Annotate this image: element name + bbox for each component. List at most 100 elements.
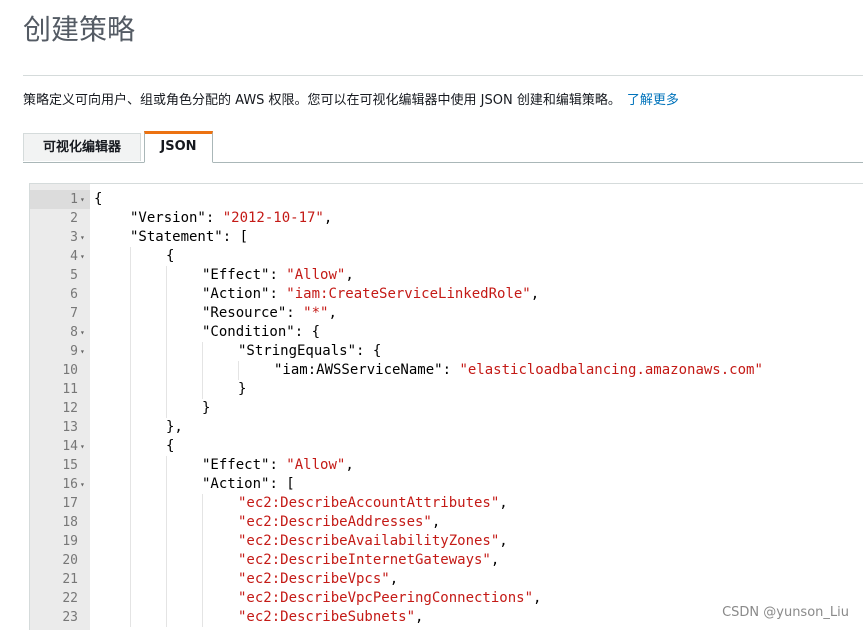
- string-token: "ec2:DescribeVpcPeeringConnections": [238, 590, 534, 606]
- code-line[interactable]: 20 "ec2:DescribeInternetGateways",: [30, 551, 863, 570]
- indent-guide: [166, 475, 167, 494]
- tab-json[interactable]: JSON: [144, 131, 213, 163]
- fold-arrow-icon[interactable]: ▾: [80, 475, 88, 494]
- code-text: "ec2:DescribeAvailabilityZones",: [238, 532, 508, 551]
- string-token: "ec2:DescribeInternetGateways": [238, 552, 491, 568]
- line-number: 5: [70, 268, 78, 283]
- indent-guide: [166, 380, 167, 399]
- line-number: 14: [62, 439, 78, 454]
- fold-arrow-icon[interactable]: ▾: [80, 190, 88, 209]
- line-number: 13: [62, 420, 78, 435]
- fold-arrow-icon[interactable]: ▾: [80, 247, 88, 266]
- code-line[interactable]: 12}: [30, 399, 863, 418]
- key-token: "Effect": [202, 267, 270, 283]
- punctuation-token: :: [442, 362, 460, 378]
- punctuation-token: ,: [345, 267, 354, 283]
- indent-guide: [130, 323, 131, 342]
- code-line[interactable]: 16 ▾ "Action": [: [30, 475, 863, 494]
- punctuation-token: ,: [490, 552, 500, 568]
- line-number: 8: [70, 325, 78, 340]
- indent-guide: [166, 304, 167, 323]
- fold-arrow-icon[interactable]: ▾: [80, 342, 88, 361]
- punctuation-token: ,: [389, 571, 399, 587]
- code-line[interactable]: 17 "ec2:DescribeAccountAttributes",: [30, 494, 863, 513]
- line-number: 22: [62, 591, 78, 606]
- punctuation-token: ,: [499, 495, 508, 511]
- indent-guide: [202, 361, 203, 380]
- code-line[interactable]: 2 "Version": "2012-10-17",: [30, 209, 863, 228]
- line-number: 9: [70, 344, 78, 359]
- punctuation-token: ,: [345, 457, 354, 473]
- code-line[interactable]: 19 "ec2:DescribeAvailabilityZones",: [30, 532, 863, 551]
- key-token: "iam:AWSServiceName": [274, 362, 443, 378]
- string-token: "ec2:DescribeAddresses": [238, 514, 432, 530]
- code-line[interactable]: 5 "Effect": "Allow",: [30, 266, 863, 285]
- indent-guide: [166, 342, 167, 361]
- code-line[interactable]: 1 ▾ {: [30, 190, 863, 209]
- string-token: "iam:CreateServiceLinkedRole": [286, 286, 531, 302]
- fold-arrow-icon[interactable]: ▾: [80, 228, 88, 247]
- indent-guide: [130, 608, 131, 627]
- key-token: "Version": [130, 210, 206, 226]
- fold-arrow-icon[interactable]: ▾: [80, 437, 88, 456]
- json-editor[interactable]: 1 ▾{2 "Version": "2012-10-17", 3 ▾ "Statement…: [29, 183, 863, 630]
- string-token: "ec2:DescribeVpcs": [238, 571, 390, 587]
- code-line[interactable]: 4 ▾ {: [30, 247, 863, 266]
- indent-guide: [130, 513, 131, 532]
- code-line[interactable]: 21 "ec2:DescribeVpcs",: [30, 570, 863, 589]
- indent-guide: [166, 361, 167, 380]
- punctuation-token: :: [205, 210, 223, 226]
- editor-tabs: 可视化编辑器 JSON: [23, 131, 863, 163]
- learn-more-link[interactable]: 了解更多: [627, 93, 679, 108]
- code-line[interactable]: 10 "iam:AWSServiceName": "elasticloadbala…: [30, 361, 863, 380]
- code-text: "Statement": [: [130, 228, 248, 247]
- code-line[interactable]: 11}: [30, 380, 863, 399]
- indent-guide: [130, 570, 131, 589]
- code-text: "iam:AWSServiceName": "elasticloadbalanc…: [274, 361, 763, 380]
- punctuation-token: {: [166, 248, 175, 264]
- indent-guide: [202, 494, 203, 513]
- code-line[interactable]: 15 "Effect": "Allow",: [30, 456, 863, 475]
- punctuation-token: : {: [294, 324, 321, 340]
- code-text: }: [202, 399, 210, 418]
- indent-guide: [130, 342, 131, 361]
- line-number: 6: [70, 287, 78, 302]
- punctuation-token: ,: [499, 533, 508, 549]
- punctuation-token: }: [202, 400, 211, 416]
- code-text: {: [94, 190, 102, 209]
- indent-guide: [166, 285, 167, 304]
- code-line[interactable]: 13},: [30, 418, 863, 437]
- watermark: CSDN @yunson_Liu: [722, 605, 849, 620]
- string-token: "2012-10-17": [222, 210, 324, 226]
- fold-arrow-icon[interactable]: ▾: [80, 323, 88, 342]
- code-area[interactable]: 1 ▾{2 "Version": "2012-10-17", 3 ▾ "Statement…: [30, 190, 863, 627]
- code-text: "Action": "iam:CreateServiceLinkedRole",: [202, 285, 539, 304]
- code-text: {: [166, 247, 174, 266]
- code-line[interactable]: 6 "Action": "iam:CreateServiceLinkedRole"…: [30, 285, 863, 304]
- indent-guide: [166, 589, 167, 608]
- code-line[interactable]: 14 ▾ {: [30, 437, 863, 456]
- indent-guide: [202, 589, 203, 608]
- indent-guide: [166, 494, 167, 513]
- punctuation-token: }: [238, 381, 247, 397]
- indent-guide: [130, 247, 131, 266]
- string-token: "Allow": [286, 267, 346, 283]
- indent-guide: [238, 361, 239, 380]
- code-line[interactable]: 18 "ec2:DescribeAddresses",: [30, 513, 863, 532]
- code-line[interactable]: 9 ▾ "StringEquals": {: [30, 342, 863, 361]
- punctuation-token: ,: [431, 514, 441, 530]
- punctuation-token: {: [94, 191, 103, 207]
- key-token: "Resource": [202, 305, 287, 321]
- punctuation-token: {: [166, 438, 175, 454]
- indent-guide: [130, 437, 131, 456]
- indent-guide: [130, 589, 131, 608]
- code-text: "ec2:DescribeAccountAttributes",: [238, 494, 508, 513]
- code-line[interactable]: 8 ▾ "Condition": {: [30, 323, 863, 342]
- code-text: "Effect": "Allow",: [202, 266, 354, 285]
- line-number: 4: [70, 249, 78, 264]
- code-line[interactable]: 3 ▾ "Statement": [: [30, 228, 863, 247]
- code-line[interactable]: 7 "Resource": "*",: [30, 304, 863, 323]
- indent-guide: [130, 494, 131, 513]
- punctuation-token: :: [269, 267, 287, 283]
- tab-visual-editor[interactable]: 可视化编辑器: [23, 133, 141, 161]
